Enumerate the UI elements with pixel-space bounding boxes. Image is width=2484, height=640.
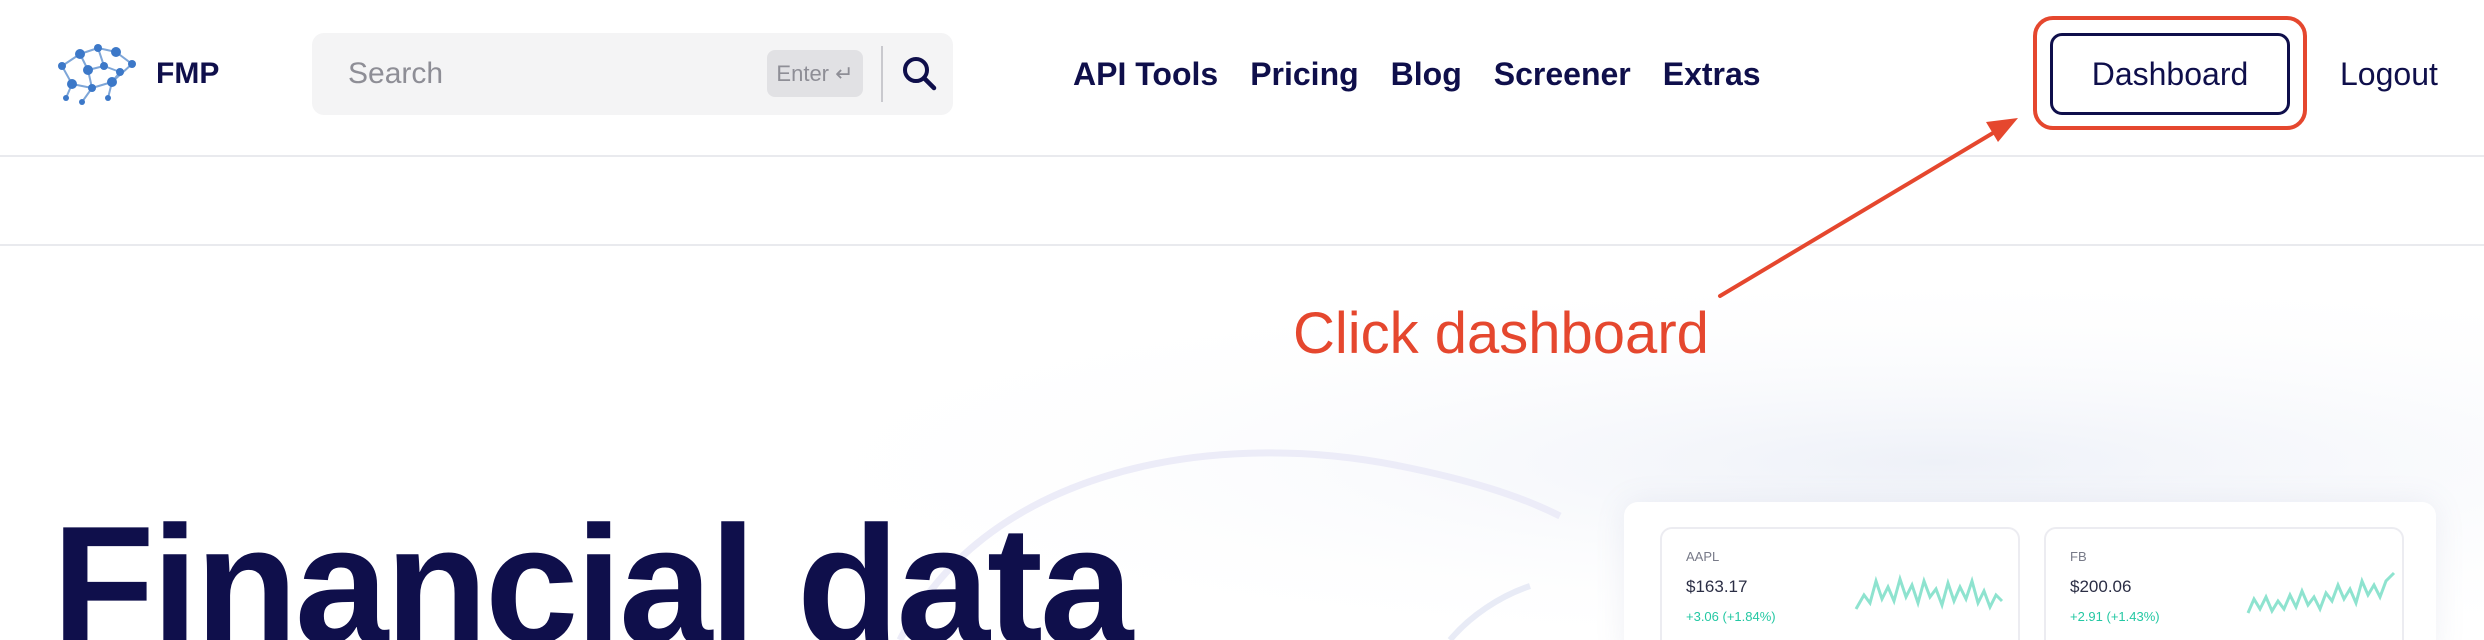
ticker-change: +3.06 (+1.84%) [1686, 609, 1776, 624]
main-nav: API Tools Pricing Blog Screener Extras [1073, 54, 1793, 94]
ticker-price: $200.06 [2070, 577, 2132, 596]
ticker-card-aapl[interactable]: AAPL $163.17 +3.06 (+1.84%) [1660, 527, 2020, 640]
ticker-cards-panel: AAPL $163.17 +3.06 (+1.84%) FB $200.06 +… [1624, 502, 2436, 640]
nav-pricing[interactable]: Pricing [1250, 54, 1358, 94]
sparkline [1854, 573, 2004, 611]
ticker-symbol: AAPL [1686, 549, 1720, 564]
dashboard-button[interactable]: Dashboard [2050, 33, 2290, 115]
nav-blog[interactable]: Blog [1391, 54, 1462, 94]
search-icon[interactable] [896, 50, 944, 98]
brain-network-icon [58, 44, 136, 105]
ticker-card-fb[interactable]: FB $200.06 +2.91 (+1.43%) [2044, 527, 2404, 640]
nav-api-tools[interactable]: API Tools [1073, 54, 1218, 94]
top-navbar: FMP Search Enter ↵ API Tools Pricing Blo… [0, 0, 2484, 157]
search-input[interactable]: Search [348, 57, 443, 91]
logout-link[interactable]: Logout [2340, 54, 2438, 94]
page: FMP Search Enter ↵ API Tools Pricing Blo… [0, 0, 2484, 640]
logo-text: FMP [156, 57, 220, 90]
ticker-symbol: FB [2070, 549, 2087, 564]
nav-extras[interactable]: Extras [1663, 54, 1761, 94]
hero-title: Financial data [52, 491, 1133, 640]
sparkline [2246, 571, 2396, 615]
search-divider [881, 46, 883, 102]
search-bar: Search Enter ↵ [312, 33, 953, 115]
nav-screener[interactable]: Screener [1494, 54, 1631, 94]
ticker-price: $163.17 [1686, 577, 1748, 596]
sub-header-bar [0, 157, 2484, 246]
ticker-change: +2.91 (+1.43%) [2070, 609, 2160, 624]
enter-hint-badge: Enter ↵ [767, 50, 863, 97]
annotation-label: Click dashboard [1293, 301, 1709, 366]
logo[interactable]: FMP [52, 36, 219, 112]
